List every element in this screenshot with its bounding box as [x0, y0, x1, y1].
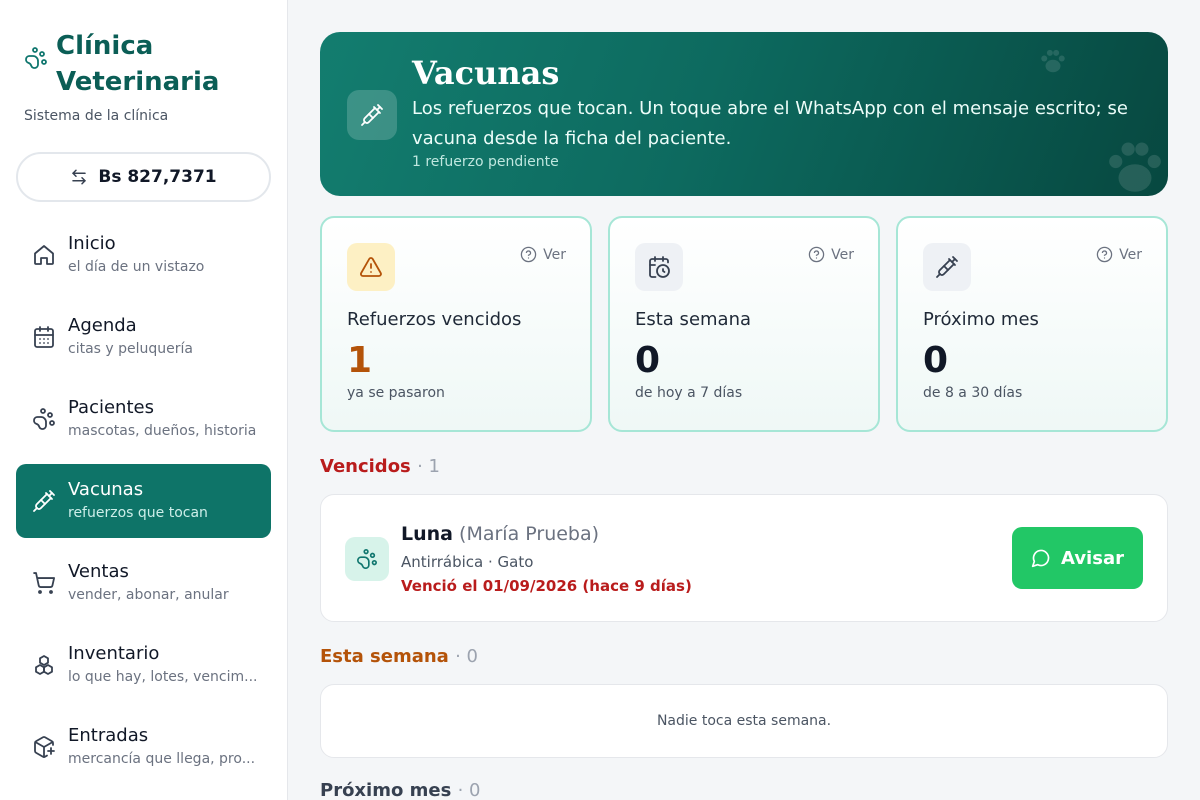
- sidebar-item-label: Agenda: [68, 315, 137, 336]
- ver-label: Ver: [831, 246, 854, 263]
- sidebar-item-vacunas[interactable]: Vacunas refuerzos que tocan: [16, 464, 271, 538]
- vaccine-species: Antirrábica · Gato: [401, 553, 534, 571]
- calendar-clock-icon: [635, 243, 683, 291]
- ver-link[interactable]: Ver: [808, 246, 854, 263]
- stat-title: Esta semana: [635, 309, 752, 330]
- pet-name: Luna: [401, 523, 453, 545]
- cart-icon: [32, 571, 56, 595]
- sidebar-item-label: Entradas: [68, 725, 149, 746]
- pending-count: 1 refuerzo pendiente: [412, 154, 559, 170]
- section-title-month: Próximo mes · 0: [320, 780, 480, 800]
- stat-card-month: Ver Próximo mes 0 de 8 a 30 días: [896, 216, 1168, 432]
- warning-icon: [347, 243, 395, 291]
- section-title-label: Vencidos: [320, 456, 411, 477]
- sidebar-item-entradas[interactable]: Entradas mercancía que llega, pro...: [16, 710, 271, 784]
- help-circle-icon: [1096, 246, 1113, 263]
- package-plus-icon: [32, 735, 56, 759]
- swap-arrows-icon: [72, 169, 87, 185]
- section-title-label: Esta semana: [320, 646, 449, 667]
- sidebar-item-label: Ventas: [68, 561, 129, 582]
- exchange-rate-button[interactable]: Bs 827,7371: [16, 152, 271, 202]
- stat-title: Próximo mes: [923, 309, 1039, 330]
- paw-icon: [345, 537, 389, 581]
- stat-card-week: Ver Esta semana 0 de hoy a 7 días: [608, 216, 880, 432]
- page-description: Los refuerzos que tocan. Un toque abre e…: [412, 98, 1128, 149]
- ver-label: Ver: [1119, 246, 1142, 263]
- section-title-overdue: Vencidos · 1: [320, 456, 440, 477]
- section-count: · 0: [457, 780, 481, 800]
- brand: Clínica Veterinaria: [24, 28, 219, 100]
- sidebar-item-label: Inicio: [68, 233, 116, 254]
- stat-value: 0: [923, 340, 949, 381]
- ver-link[interactable]: Ver: [520, 246, 566, 263]
- stat-card-overdue: Ver Refuerzos vencidos 1 ya se pasaron: [320, 216, 592, 432]
- sidebar-item-agenda[interactable]: Agenda citas y peluquería: [16, 300, 271, 374]
- sidebar-item-sublabel: el día de un vistazo: [68, 259, 205, 275]
- avisar-label: Avisar: [1061, 547, 1124, 569]
- section-count: · 1: [417, 456, 440, 477]
- brand-title-line1: Clínica: [56, 31, 154, 61]
- syringe-icon: [361, 104, 383, 126]
- header-icon-box: [347, 90, 397, 140]
- sidebar-item-sublabel: vender, abonar, anular: [68, 587, 229, 603]
- brand-subtitle: Sistema de la clínica: [24, 108, 169, 124]
- syringe-icon: [32, 489, 56, 513]
- brand-title: Clínica Veterinaria: [56, 28, 219, 100]
- exchange-rate-value: Bs 827,7371: [98, 167, 217, 187]
- week-list: Nadie toca esta semana.: [320, 684, 1168, 758]
- stat-title: Refuerzos vencidos: [347, 309, 522, 330]
- ver-label: Ver: [543, 246, 566, 263]
- sidebar-item-inicio[interactable]: Inicio el día de un vistazo: [16, 218, 271, 292]
- sidebar-item-label: Vacunas: [68, 479, 144, 500]
- owner-name: (María Prueba): [459, 523, 600, 545]
- page-header: Vacunas Los refuerzos que tocan. Un toqu…: [320, 32, 1168, 196]
- sidebar-item-label: Pacientes: [68, 397, 154, 418]
- sidebar-item-sublabel: lo que hay, lotes, vencim...: [68, 669, 258, 685]
- due-status: Venció el 01/09/2026 (hace 9 días): [401, 577, 692, 595]
- section-title-label: Próximo mes: [320, 780, 452, 800]
- sidebar-item-pacientes[interactable]: Pacientes mascotas, dueños, historia: [16, 382, 271, 456]
- overdue-list: Luna (María Prueba) Antirrábica · Gato V…: [320, 494, 1168, 622]
- stat-note: de hoy a 7 días: [635, 385, 743, 401]
- sidebar: Clínica Veterinaria Sistema de la clínic…: [0, 0, 288, 800]
- boxes-icon: [32, 653, 56, 677]
- section-count: · 0: [455, 646, 478, 667]
- ver-link[interactable]: Ver: [1096, 246, 1142, 263]
- sidebar-nav: Inicio el día de un vistazo Agenda citas…: [16, 218, 271, 792]
- sidebar-item-inventario[interactable]: Inventario lo que hay, lotes, vencim...: [16, 628, 271, 702]
- paw-icon: [24, 46, 48, 70]
- home-icon: [32, 243, 56, 267]
- page-title: Vacunas: [412, 54, 560, 92]
- stat-note: de 8 a 30 días: [923, 385, 1023, 401]
- section-title-week: Esta semana · 0: [320, 646, 478, 667]
- sidebar-item-sublabel: mercancía que llega, pro...: [68, 751, 256, 767]
- sidebar-item-sublabel: refuerzos que tocan: [68, 505, 208, 521]
- sidebar-item-sublabel: mascotas, dueños, historia: [68, 423, 257, 439]
- help-circle-icon: [808, 246, 825, 263]
- sidebar-item-ventas[interactable]: Ventas vender, abonar, anular: [16, 546, 271, 620]
- paw-icon: [32, 407, 56, 431]
- stat-note: ya se pasaron: [347, 385, 445, 401]
- chat-bubble-icon: [1031, 549, 1050, 568]
- stat-value: 0: [635, 340, 661, 381]
- patient-name: Luna (María Prueba): [401, 523, 599, 545]
- stat-value: 1: [347, 340, 373, 381]
- paw-decoration-icon: [1109, 142, 1161, 192]
- calendar-icon: [32, 325, 56, 349]
- avisar-button[interactable]: Avisar: [1012, 527, 1143, 589]
- brand-title-line2: Veterinaria: [56, 67, 220, 97]
- help-circle-icon: [520, 246, 537, 263]
- syringe-icon: [923, 243, 971, 291]
- sidebar-item-sublabel: citas y peluquería: [68, 341, 193, 357]
- empty-message: Nadie toca esta semana.: [656, 713, 832, 729]
- paw-decoration-icon: [1041, 49, 1065, 73]
- sidebar-item-label: Inventario: [68, 643, 160, 664]
